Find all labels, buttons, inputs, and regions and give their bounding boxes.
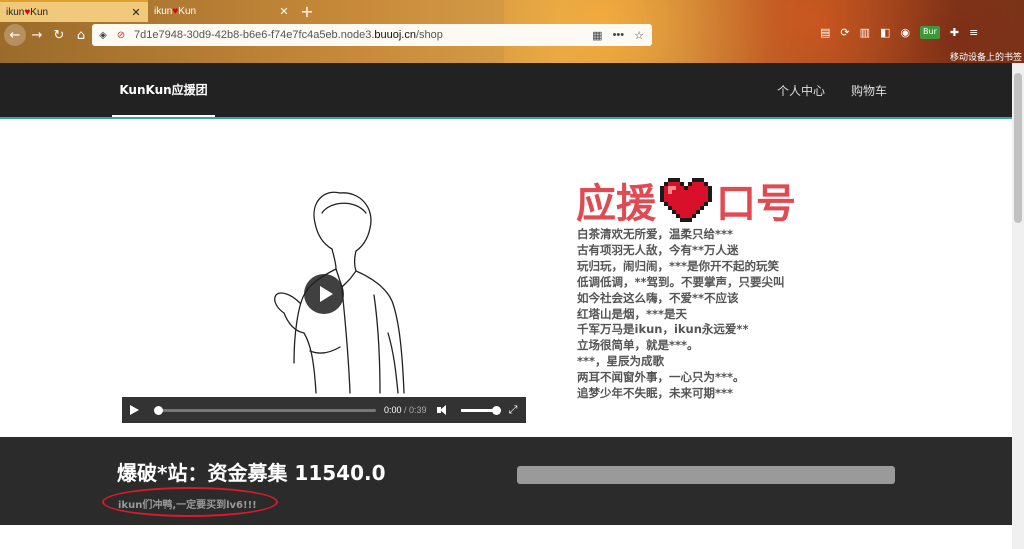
new-tab-button[interactable]: +: [296, 0, 318, 22]
slogan-line: 追梦少年不失眠，未来可期***: [577, 386, 734, 401]
video-play-overlay-button[interactable]: [304, 274, 344, 314]
close-tab-icon[interactable]: ✕: [130, 6, 142, 19]
extension-icon[interactable]: ✚: [950, 26, 959, 39]
slogan-line: 红塔山是烟，***是天: [577, 306, 688, 321]
tab-bar: ikun♥Kun ✕ ikun♥Kun ✕ +: [0, 0, 318, 22]
library-icon[interactable]: ▥: [860, 26, 870, 39]
menu-icon[interactable]: ≡: [969, 26, 978, 39]
volume-icon[interactable]: [436, 405, 449, 415]
bookmark-star-icon[interactable]: ☆: [634, 29, 644, 42]
reload-button[interactable]: ↻: [48, 24, 70, 46]
slogan-line: ***，星辰为成歌: [577, 354, 665, 369]
tab-label: ikun♥Kun: [6, 6, 49, 18]
nav-item-cart[interactable]: 购物车: [851, 82, 887, 99]
seek-knob[interactable]: [154, 405, 163, 415]
video-time: 0:00 / 0:39: [384, 405, 427, 415]
slogan-line: 两耳不闻窗外事，一心只为***。: [577, 370, 745, 385]
pixel-heart-icon: [660, 178, 712, 222]
page-scrollbar[interactable]: [1012, 63, 1024, 549]
play-button[interactable]: [122, 405, 146, 415]
volume-slider[interactable]: [460, 405, 501, 415]
slogan-line: 千军万马是ikun，ikun永远爱**: [577, 322, 749, 337]
sketch-illustration: [274, 191, 405, 394]
close-tab-icon[interactable]: ✕: [278, 5, 290, 18]
account-icon[interactable]: ◉: [900, 26, 910, 39]
slogan-line: 低调低调，**驾到。不要掌声，只要尖叫: [577, 274, 785, 289]
slogan-title-left: 应援: [576, 181, 656, 227]
back-button[interactable]: ←: [4, 24, 26, 46]
address-bar[interactable]: ◈ ⊘ 7d1e7948-30d9-42b8-b6e6-f74e7fc4a5eb…: [92, 24, 652, 46]
fullscreen-icon[interactable]: ⤢: [509, 403, 518, 417]
navigation-toolbar: ← → ↻ ⌂ ◈ ⊘ 7d1e7948-30d9-42b8-b6e6-f74e…: [0, 22, 1024, 48]
seek-bar[interactable]: [154, 405, 376, 415]
fundraising-progress-bar: [517, 466, 895, 484]
video-player[interactable]: 0:00 / 0:39 ⤢: [122, 181, 526, 423]
home-button[interactable]: ⌂: [70, 24, 92, 46]
fundraising-subtitle: ikun们冲鸭,一定要买到lv6!!!: [118, 500, 257, 511]
insecure-lock-icon[interactable]: ⊘: [114, 30, 128, 41]
slogan-line: 古有项羽无人敌，今有**万人迷: [577, 242, 739, 257]
fundraising-title: 爆破*站：资金募集 11540.0: [117, 461, 386, 485]
browser-chrome: ikun♥Kun ✕ ikun♥Kun ✕ + ← → ↻ ⌂ ◈ ⊘ 7d1e…: [0, 0, 1024, 63]
slogan-line: 玩归玩，闹归闹，***是你开不起的玩笑: [577, 258, 780, 273]
tab-active[interactable]: ikun♥Kun ✕: [0, 0, 148, 22]
slogan-title: 应援 口号: [576, 171, 796, 229]
page-actions-button[interactable]: •••: [613, 29, 625, 42]
fundraising-section: 爆破*站：资金募集 11540.0 ikun们冲鸭,一定要买到lv6!!!: [0, 437, 1012, 525]
brand-link[interactable]: KunKun应援团: [112, 63, 215, 117]
sync-icon[interactable]: ⟳: [840, 26, 849, 39]
page-content-below: [0, 525, 1012, 549]
nav-item-profile[interactable]: 个人中心: [777, 82, 825, 99]
slogan-lines: 白茶清欢无所爱，温柔只给*** 古有项羽无人敌，今有**万人迷 玩归玩，闹归闹，…: [577, 227, 785, 402]
shield-icon[interactable]: ◈: [96, 30, 110, 41]
slogan-line: 白茶清欢无所爱，温柔只给***: [577, 227, 734, 241]
slogan-title-right: 口号: [716, 181, 796, 227]
mobile-bookmarks-link[interactable]: 移动设备上的书签: [950, 50, 1022, 63]
extension-badge[interactable]: Bur: [920, 26, 940, 39]
nav-menu: 个人中心 购物车: [777, 63, 887, 117]
forward-button[interactable]: →: [26, 24, 48, 46]
toolbar-extensions: ▤ ⟳ ▥ ◧ ◉ Bur ✚ ≡: [820, 26, 978, 39]
scrollbar-thumb[interactable]: [1014, 73, 1022, 223]
url-text[interactable]: 7d1e7948-30d9-42b8-b6e6-f74e7fc4a5eb.nod…: [134, 29, 592, 41]
slogan-line: 如今社会这么嗨，不爱**不应该: [577, 290, 739, 305]
slogan-line: 立场很简单，就是***。: [577, 338, 699, 353]
reader-icon[interactable]: ▤: [820, 26, 830, 39]
tab-label: ikun♥Kun: [154, 5, 197, 17]
qr-code-icon[interactable]: ▦: [592, 29, 602, 42]
tab-inactive[interactable]: ikun♥Kun ✕: [148, 0, 296, 22]
video-controls: 0:00 / 0:39 ⤢: [122, 397, 526, 423]
site-navbar: KunKun应援团 个人中心 购物车: [0, 63, 1012, 117]
sidebar-icon[interactable]: ◧: [880, 26, 890, 39]
hero-section: 0:00 / 0:39 ⤢ 应援 口号 白茶清欢无所爱，温柔只给*** 古有项羽…: [0, 119, 1012, 437]
volume-knob[interactable]: [491, 405, 501, 415]
